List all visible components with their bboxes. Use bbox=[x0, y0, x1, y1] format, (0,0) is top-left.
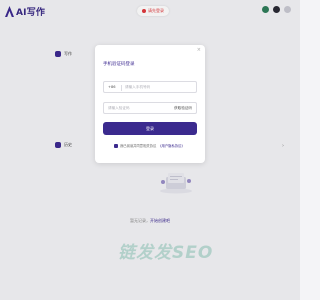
agree-checkbox[interactable] bbox=[114, 143, 118, 148]
phone-field: +86 bbox=[103, 81, 197, 93]
prefix-divider bbox=[121, 85, 122, 91]
login-modal: × 手机验证码登录 +86 获取验证码 登录 我已阅读并同意相关协议 《用户隐私… bbox=[95, 45, 205, 163]
code-input[interactable] bbox=[108, 103, 168, 113]
code-field: 获取验证码 bbox=[103, 102, 197, 114]
agree-text: 我已阅读并同意相关协议 bbox=[120, 144, 157, 148]
phone-input[interactable] bbox=[125, 82, 193, 92]
login-button[interactable]: 登录 bbox=[103, 122, 197, 135]
modal-title: 手机验证码登录 bbox=[103, 62, 135, 67]
get-code-button[interactable]: 获取验证码 bbox=[174, 103, 192, 113]
close-icon[interactable]: × bbox=[197, 48, 201, 53]
privacy-link[interactable]: 《用户隐私协议》 bbox=[158, 143, 184, 148]
agreement: 我已阅读并同意相关协议 《用户隐私协议》 bbox=[114, 143, 185, 148]
phone-prefix[interactable]: +86 bbox=[108, 82, 116, 92]
